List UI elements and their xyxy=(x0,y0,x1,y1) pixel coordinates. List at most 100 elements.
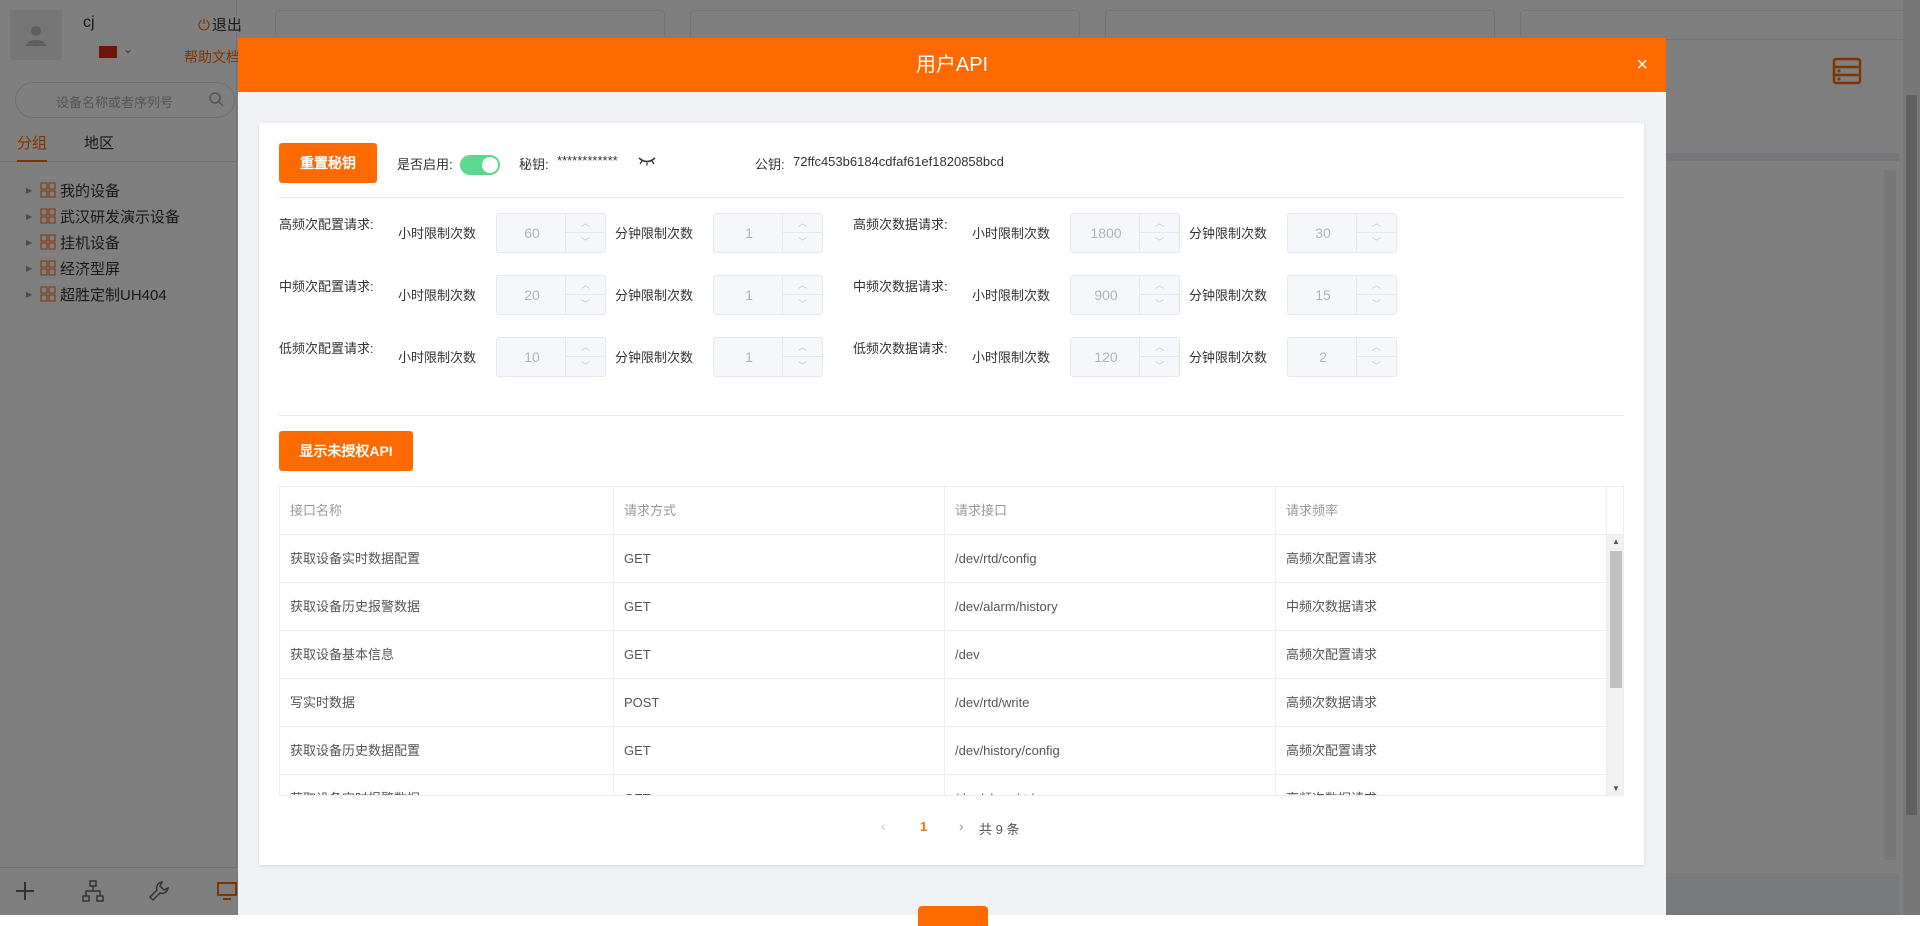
data-hour-limit-input[interactable]: 900 ︿ ﹀ xyxy=(1070,275,1180,315)
data-minute-limit-input[interactable]: 2 ︿ ﹀ xyxy=(1287,337,1397,377)
cell-frequency: 高频次配置请求 xyxy=(1276,535,1607,582)
cell-api-name: 获取设备历史数据配置 xyxy=(280,727,614,774)
stepper: ︿ ﹀ xyxy=(1356,214,1396,252)
limit-row-high: 高频次配置请求: 小时限制次数 60 ︿ ﹀ 分钟限制次数 1 ︿ ﹀ 高频次数据请… xyxy=(259,213,1644,253)
cell-endpoint: /dev/alarm/history xyxy=(945,583,1276,630)
chevron-up-icon[interactable]: ︿ xyxy=(1357,214,1396,233)
divider xyxy=(279,197,1624,198)
data-hour-limit-input[interactable]: 1800 ︿ ﹀ xyxy=(1070,213,1180,253)
public-key-label: 公钥: xyxy=(755,157,785,172)
column-header: 请求频率 xyxy=(1276,487,1607,534)
data-minute-limit-input[interactable]: 30 ︿ ﹀ xyxy=(1287,213,1397,253)
input-value: 2 xyxy=(1319,349,1327,365)
table-row[interactable]: 获取设备历史报警数据 GET /dev/alarm/history 中频次数据请… xyxy=(280,583,1607,631)
cell-frequency: 高频次数据请求 xyxy=(1276,775,1607,795)
config-minute-limit-input[interactable]: 1 ︿ ﹀ xyxy=(713,275,823,315)
page-number[interactable]: 1 xyxy=(920,819,927,834)
scroll-up-icon[interactable]: ▲ xyxy=(1608,537,1623,546)
cell-endpoint: /dev/rtd/config xyxy=(945,535,1276,582)
stepper: ︿ ﹀ xyxy=(1356,276,1396,314)
input-value: 10 xyxy=(524,349,540,365)
data-limit-title: 高频次数据请求: xyxy=(853,217,948,232)
chevron-down-icon[interactable]: ﹀ xyxy=(566,357,605,376)
chevron-down-icon[interactable]: ﹀ xyxy=(1140,357,1179,376)
table-row[interactable]: 获取设备实时报警数据 GET /dev/alarm/rtd 高频次数据请求 xyxy=(280,775,1607,795)
input-value: 1800 xyxy=(1090,225,1122,241)
hour-limit-label: 小时限制次数 xyxy=(398,350,477,365)
chevron-up-icon[interactable]: ︿ xyxy=(1140,276,1179,295)
cell-api-name: 写实时数据 xyxy=(280,679,614,726)
chevron-up-icon[interactable]: ︿ xyxy=(566,338,605,357)
reset-secret-button[interactable]: 重置秘钥 xyxy=(279,143,377,183)
show-unauthorized-api-button[interactable]: 显示未授权API xyxy=(279,431,413,471)
table-body[interactable]: 获取设备实时数据配置 GET /dev/rtd/config 高频次配置请求 获… xyxy=(280,535,1607,795)
chevron-down-icon[interactable]: ﹀ xyxy=(566,233,605,252)
chevron-down-icon[interactable]: ﹀ xyxy=(566,295,605,314)
chevron-up-icon[interactable]: ︿ xyxy=(566,276,605,295)
input-value: 120 xyxy=(1094,349,1118,365)
minute-limit-label: 分钟限制次数 xyxy=(615,226,694,241)
minute-limit-label: 分钟限制次数 xyxy=(1189,288,1268,303)
chevron-up-icon[interactable]: ︿ xyxy=(1357,338,1396,357)
cell-endpoint: /dev/rtd/write xyxy=(945,679,1276,726)
data-hour-limit-input[interactable]: 120 ︿ ﹀ xyxy=(1070,337,1180,377)
dialog-header: 用户API × xyxy=(238,38,1666,92)
prev-page-icon[interactable]: ‹ xyxy=(881,818,886,834)
chevron-down-icon[interactable]: ﹀ xyxy=(1140,295,1179,314)
eye-closed-icon[interactable] xyxy=(637,153,657,167)
config-hour-limit-input[interactable]: 10 ︿ ﹀ xyxy=(496,337,606,377)
hour-limit-label: 小时限制次数 xyxy=(972,288,1051,303)
table-row[interactable]: 获取设备历史数据配置 GET /dev/history/config 高频次配置… xyxy=(280,727,1607,775)
hour-limit-label: 小时限制次数 xyxy=(972,350,1051,365)
chevron-down-icon[interactable]: ﹀ xyxy=(1357,295,1396,314)
next-page-icon[interactable]: › xyxy=(959,818,964,834)
cell-frequency: 中频次数据请求 xyxy=(1276,583,1607,630)
cell-api-name: 获取设备基本信息 xyxy=(280,631,614,678)
table-scrollbar-thumb[interactable] xyxy=(1610,551,1622,688)
table-row[interactable]: 获取设备实时数据配置 GET /dev/rtd/config 高频次配置请求 xyxy=(280,535,1607,583)
cell-api-name: 获取设备历史报警数据 xyxy=(280,583,614,630)
config-hour-limit-input[interactable]: 60 ︿ ﹀ xyxy=(496,213,606,253)
input-value: 15 xyxy=(1315,287,1331,303)
stepper: ︿ ﹀ xyxy=(565,276,605,314)
chevron-down-icon[interactable]: ﹀ xyxy=(783,295,822,314)
chevron-up-icon[interactable]: ︿ xyxy=(1140,338,1179,357)
chevron-up-icon[interactable]: ︿ xyxy=(566,214,605,233)
hour-limit-label: 小时限制次数 xyxy=(398,288,477,303)
limit-row-medium: 中频次配置请求: 小时限制次数 20 ︿ ﹀ 分钟限制次数 1 ︿ ﹀ 中频次数据请… xyxy=(259,275,1644,315)
dialog-confirm-button[interactable] xyxy=(918,906,988,926)
chevron-up-icon[interactable]: ︿ xyxy=(783,276,822,295)
input-value: 30 xyxy=(1315,225,1331,241)
enable-toggle[interactable] xyxy=(460,155,500,175)
chevron-down-icon[interactable]: ﹀ xyxy=(1357,357,1396,376)
close-icon[interactable]: × xyxy=(1636,38,1648,92)
config-minute-limit-input[interactable]: 1 ︿ ﹀ xyxy=(713,337,823,377)
total-count: 共 9 条 xyxy=(979,822,1020,837)
scroll-down-icon[interactable]: ▼ xyxy=(1608,784,1623,793)
table-row[interactable]: 写实时数据 POST /dev/rtd/write 高频次数据请求 xyxy=(280,679,1607,727)
chevron-up-icon[interactable]: ︿ xyxy=(1357,276,1396,295)
chevron-up-icon[interactable]: ︿ xyxy=(1140,214,1179,233)
chevron-up-icon[interactable]: ︿ xyxy=(783,338,822,357)
input-value: 1 xyxy=(745,287,753,303)
public-key-value: 72ffc453b6184cdfaf61ef1820858bcd xyxy=(793,154,1004,169)
cell-method: GET xyxy=(614,631,945,678)
cell-api-name: 获取设备实时数据配置 xyxy=(280,535,614,582)
cell-frequency: 高频次配置请求 xyxy=(1276,631,1607,678)
cell-endpoint: /dev/alarm/rtd xyxy=(945,775,1276,795)
minute-limit-label: 分钟限制次数 xyxy=(1189,226,1268,241)
minute-limit-label: 分钟限制次数 xyxy=(615,288,694,303)
config-limit-title: 中频次配置请求: xyxy=(279,279,374,294)
chevron-up-icon[interactable]: ︿ xyxy=(783,214,822,233)
column-header: 请求方式 xyxy=(614,487,945,534)
data-minute-limit-input[interactable]: 15 ︿ ﹀ xyxy=(1287,275,1397,315)
toggle-knob xyxy=(482,157,498,173)
chevron-down-icon[interactable]: ﹀ xyxy=(1357,233,1396,252)
config-hour-limit-input[interactable]: 20 ︿ ﹀ xyxy=(496,275,606,315)
table-scrollbar[interactable]: ▲ ▼ xyxy=(1607,535,1623,795)
table-row[interactable]: 获取设备基本信息 GET /dev 高频次配置请求 xyxy=(280,631,1607,679)
chevron-down-icon[interactable]: ﹀ xyxy=(783,233,822,252)
chevron-down-icon[interactable]: ﹀ xyxy=(1140,233,1179,252)
chevron-down-icon[interactable]: ﹀ xyxy=(783,357,822,376)
config-minute-limit-input[interactable]: 1 ︿ ﹀ xyxy=(713,213,823,253)
